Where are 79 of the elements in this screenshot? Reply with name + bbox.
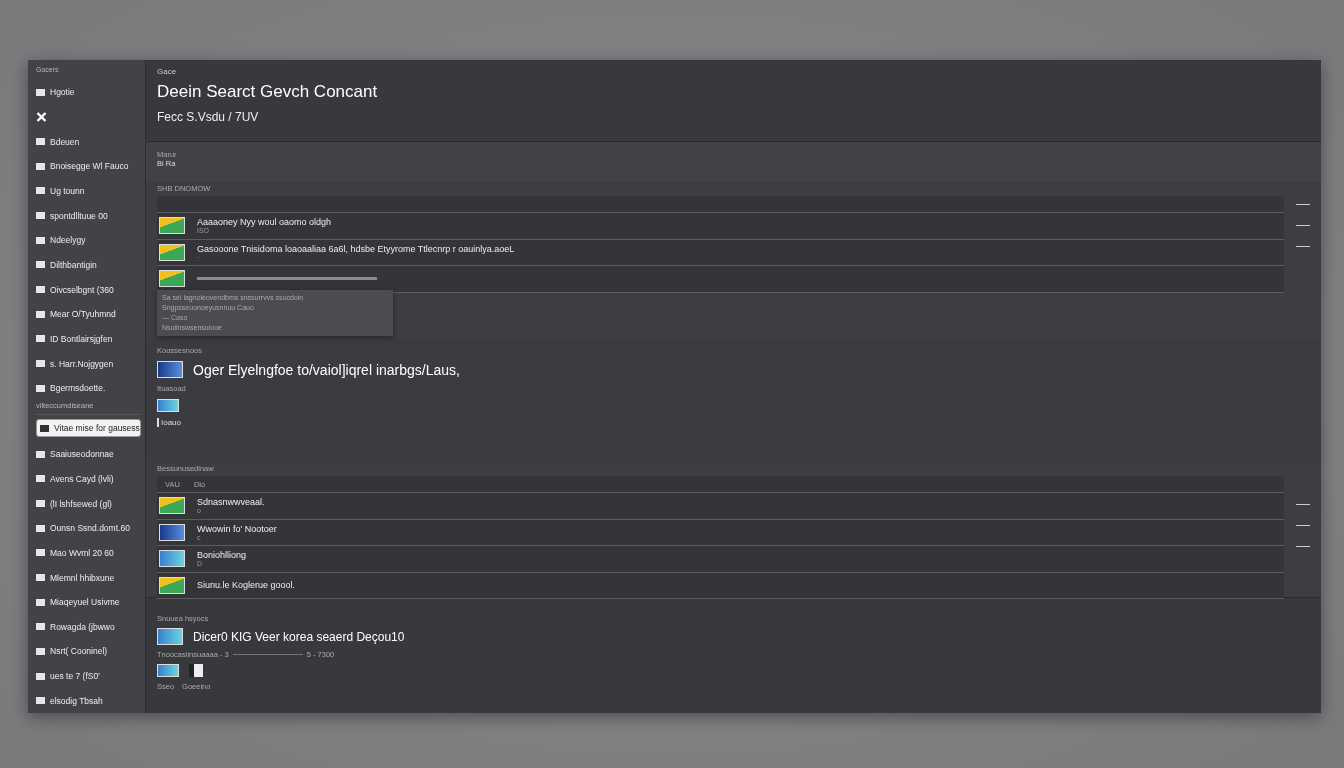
image-icon [36, 212, 45, 220]
image-icon [36, 162, 45, 170]
thumbnail-image [159, 270, 185, 288]
sidebar-item[interactable]: spontdlltuue 00 [36, 203, 141, 228]
sidebar-item[interactable]: (lI lshfsewed (gl) [36, 491, 141, 516]
result-heading[interactable]: Dicer0 KIG Veer korea seaerd Deçou10 [193, 629, 405, 644]
sidebar-item[interactable]: Avens Cayd (lvli) [36, 466, 141, 492]
thumbnail-image [157, 361, 183, 378]
dash-icon[interactable] [1295, 504, 1310, 505]
sidebar-item[interactable]: Bdeuen [36, 129, 141, 154]
thumbnail-image [157, 628, 183, 645]
close-icon [36, 112, 47, 122]
image-icon [36, 187, 45, 195]
dash-icon[interactable] [1295, 546, 1310, 547]
result-title: Sdnasnwwveaal. [197, 497, 265, 508]
image-icon [36, 672, 45, 680]
image-icon [36, 450, 45, 458]
image-icon [36, 574, 45, 581]
image-icon [36, 647, 45, 655]
sidebar-item[interactable]: elsodig Tbsah [36, 688, 141, 713]
image-icon [36, 623, 45, 631]
image-icon [36, 475, 45, 483]
sidebar-item[interactable]: Vitae mise for gausess [36, 419, 141, 437]
sidebar-item[interactable]: Mao Wvml 20 60 [36, 540, 141, 566]
thumbnail-image [159, 523, 185, 541]
sidebar-item[interactable]: Nsrt( Cooninel) [36, 639, 141, 664]
dash-icon[interactable] [1295, 246, 1310, 247]
document-icon [189, 664, 203, 677]
sidebar-item[interactable]: Oivcselbgnt (360 [36, 277, 141, 302]
thumbnail-image [159, 576, 185, 594]
image-icon [40, 424, 49, 432]
thumbnail-image [159, 217, 185, 235]
sidebar-item[interactable]: Rowagda (jbwwo [36, 614, 141, 640]
image-icon [36, 697, 45, 705]
image-icon [36, 598, 45, 606]
sidebar-item[interactable]: Ndeelygy [36, 227, 141, 253]
thumbnail-image [159, 550, 185, 568]
image-icon [36, 549, 45, 557]
dash-icon[interactable] [1295, 525, 1310, 526]
image-icon [36, 286, 45, 294]
result-heading[interactable]: Oger Elyelngfoe to/vaiol]iqrel inarbgs/Laus, [193, 361, 460, 378]
sidebar-item[interactable]: s. Harr.Nojgygen [36, 351, 141, 376]
image-icon [36, 261, 45, 269]
result-title: Siunu.le Koglerue goool. [197, 580, 296, 591]
image-icon [36, 236, 45, 244]
image-icon [36, 524, 45, 532]
sidebar-item[interactable]: ID Bontlairsjgfen [36, 326, 141, 352]
sidebar-item[interactable]: Hgotie [36, 80, 141, 105]
result-title: Wwowin fo' Nootoer [197, 523, 277, 534]
sidebar-item[interactable]: Miaqeyuel Usivme [36, 589, 141, 615]
dash-icon[interactable] [1295, 225, 1310, 226]
page-title: Deein Searct Gevch Concant [157, 82, 379, 102]
sidebar-item[interactable]: Saaiuseodonnae [36, 441, 141, 467]
sidebar-item[interactable]: Mear O/Tyuhmnd [36, 301, 141, 327]
image-icon [36, 335, 45, 343]
sidebar-item[interactable]: Dilthbantigin [36, 252, 141, 278]
image-icon [36, 360, 45, 368]
sidebar-item[interactable]: Bnoisegge Wl Fauco [36, 153, 141, 179]
result-tag: Ioauo [157, 418, 182, 427]
result-title: Aaaaoney Nyy woul oaomo oldgh [197, 217, 332, 228]
sidebar-item[interactable]: Ounsn Ssnd.domt.60 [36, 515, 141, 541]
result-title: Gasooone Tnisidoma loaoaaliaa 6a6l, hdsbe Etyyrome Ttlecnrp r oauinlya.aoeL [197, 243, 515, 254]
thumbnail-image [157, 664, 179, 677]
thumbnail-image [159, 497, 185, 515]
image-icon [36, 138, 45, 146]
result-title: Boniohlliong [197, 550, 247, 561]
image-icon [36, 310, 45, 318]
image-icon [36, 88, 45, 96]
image-icon [36, 384, 45, 392]
sidebar-item[interactable]: ues te 7 (fS0' [36, 663, 141, 689]
sidebar-item[interactable]: Ug tounn [36, 178, 141, 204]
sidebar-item[interactable]: Mlemnl hhibxune [36, 565, 141, 590]
page-subtitle: Fecc S.Vsdu / 7UV [157, 110, 260, 124]
thumbnail-image [157, 399, 179, 412]
thumbnail-image [159, 243, 185, 261]
dash-icon[interactable] [1295, 204, 1310, 205]
breadcrumb: Gace [157, 67, 178, 76]
image-icon [36, 500, 45, 508]
sidebar-item[interactable]: Bgermsdoette. [36, 375, 141, 401]
